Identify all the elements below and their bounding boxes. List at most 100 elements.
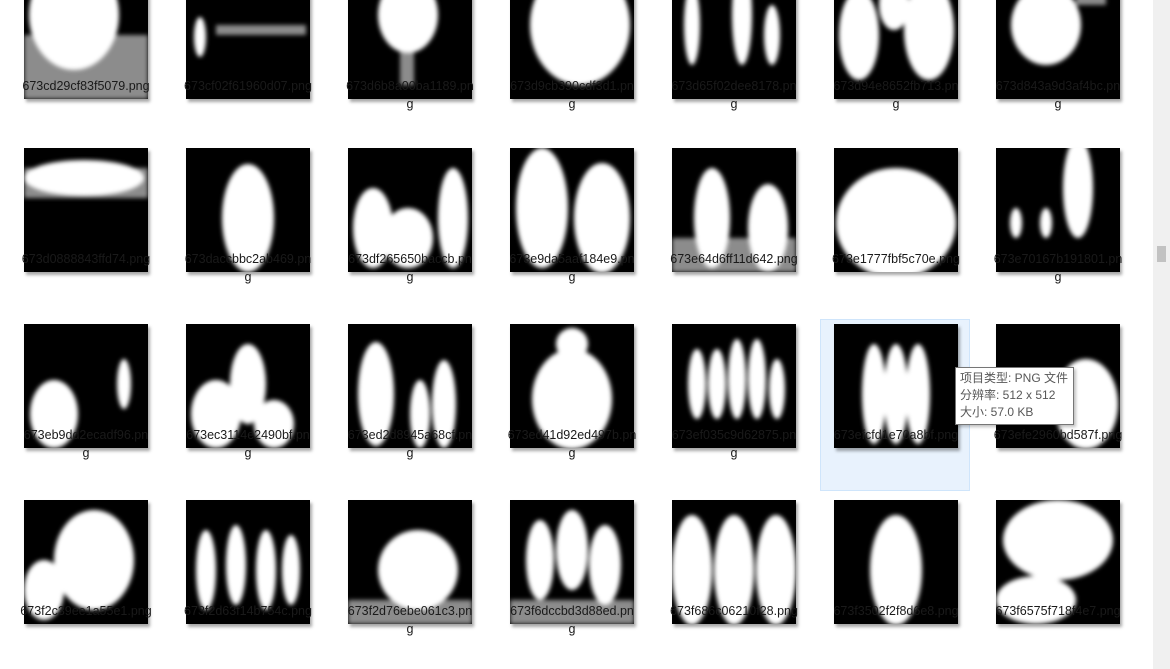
file-item[interactable]: 673f2c39ee1a55e1.png [10,495,160,667]
file-name-line: g [730,446,738,460]
silhouette-shape [764,5,780,65]
file-item[interactable]: 673d843a9d3af4bc.pn g [982,0,1132,142]
file-name-line: 673d0888843ffd74.png [21,252,151,266]
file-name-line: 673cf02f61960d07.png [184,79,312,93]
silhouette-shape [1011,0,1081,65]
file-name-line: 673cd29cf83f5079.png [22,79,150,93]
file-item[interactable]: 673eb9dd2ecadf96.pn g [10,319,160,491]
file-name-label: 673d65f02dee8178.pn g [659,77,809,113]
file-item[interactable]: 673d6b8a00ba1189.pn g [334,0,484,142]
file-name-line: 673ef035c9d62875.pn [671,428,797,442]
file-name-line: g [1054,270,1062,284]
file-item[interactable]: 673ed2d8945a68cf.pn g [334,319,484,491]
file-item[interactable]: 673cd29cf83f5079.png [10,0,160,142]
file-item[interactable]: 673ef035c9d62875.pn g [658,319,808,491]
silhouette-shape [216,25,306,35]
file-name-label: 673f3502f2f8d6e8.png [821,602,971,620]
file-name-line: 673f6575f718f4e7.png [995,604,1121,618]
file-name-line: 673f3502f2f8d6e8.png [833,604,959,618]
file-name-line: 673d6b8a00ba1189.pn [346,79,474,93]
file-name-line: 673efe2960bd587f.png [993,428,1123,442]
file-name-line: g [1054,97,1062,111]
file-name-label: 673ed2d8945a68cf.pn g [335,426,485,462]
file-item[interactable]: 673f6dccbd3d88ed.pn g [496,495,646,667]
file-name-label: 673efe2960bd587f.png [983,426,1133,444]
file-item[interactable]: 673e70167b191801.pn g [982,143,1132,315]
file-name-line: 673e1777fbf5c70e.png [832,252,960,266]
file-item[interactable]: 673f3502f2f8d6e8.png [820,495,970,667]
silhouette-shape [54,510,134,610]
file-name-line: g [406,446,414,460]
file-name-label: 673f686c06210f28.png [659,602,809,620]
file-item[interactable]: 673ed41d92ed497b.pn g [496,319,646,491]
silhouette-shape [769,359,785,419]
file-name-line: 673e70167b191801.pn [993,252,1123,266]
file-name-label: 673cf02f61960d07.png [173,77,323,95]
file-item[interactable]: 673f2d63f14b754c.png [172,495,322,667]
file-name-label: 673e70167b191801.pn g [983,250,1133,286]
file-item[interactable]: 673d65f02dee8178.pn g [658,0,808,142]
file-name-label: 673cd29cf83f5079.png [11,77,161,95]
silhouette-shape [748,339,766,419]
file-item[interactable]: 673e1777fbf5c70e.png [820,143,970,315]
file-name-line: 673d843a9d3af4bc.pn [995,79,1121,93]
file-name-label: 673d9cb390cdf3d1.pn g [497,77,647,113]
file-name-label: 673ec3114e2490bf.pn g [173,426,323,462]
file-name-label: 673f2d63f14b754c.png [173,602,323,620]
file-name-label: 673d843a9d3af4bc.pn g [983,77,1133,113]
silhouette-shape [282,535,300,605]
file-item[interactable]: 673e9da5aaf184e9.pn g [496,143,646,315]
file-name-line: g [406,97,414,111]
file-name-label: 673ed41d92ed497b.pn g [497,426,647,462]
file-info-tooltip: 项目类型: PNG 文件 分辨率: 512 x 512 大小: 57.0 KB [955,367,1074,425]
silhouette-shape [728,339,746,419]
file-name-label: 673eb9dd2ecadf96.pn g [11,426,161,462]
file-name-line: 673df265650baccb.pn [348,252,472,266]
scrollbar-thumb[interactable] [1157,246,1166,262]
file-item[interactable]: 673f6575f718f4e7.png [982,495,1132,667]
file-name-line: 673d9cb390cdf3d1.pn [510,79,634,93]
file-name-line: 673ed41d92ed497b.pn [507,428,637,442]
file-item[interactable]: 673e64d6ff11d642.png [658,143,808,315]
silhouette-shape [556,510,588,590]
silhouette-shape [904,0,954,80]
file-name-label: 673e9da5aaf184e9.pn g [497,250,647,286]
file-name-line: 673eb9dd2ecadf96.pn [23,428,149,442]
file-item[interactable]: 673cf02f61960d07.png [172,0,322,142]
file-name-label: 673f2d76ebe061c3.pn g [335,602,485,638]
silhouette-shape [556,328,588,360]
silhouette-shape [24,160,144,196]
silhouette-shape [526,520,554,600]
file-grid: 673cd29cf83f5079.png 673cf02f61960d07.png… [0,0,1150,669]
file-item[interactable]: 673daccbbc2ab469.pn g [172,143,322,315]
file-name-line: 673e64d6ff11d642.png [670,252,798,266]
silhouette-shape [1040,208,1052,238]
file-name-line: g [892,97,900,111]
file-item[interactable]: 673d0888843ffd74.png [10,143,160,315]
file-name-label: 673e1777fbf5c70e.png [821,250,971,268]
file-name-line: 673e9da5aaf184e9.pn [509,252,635,266]
silhouette-shape [226,525,246,605]
vertical-scrollbar[interactable] [1153,0,1170,669]
file-name-label: 673f6dccbd3d88ed.pn g [497,602,647,638]
file-item[interactable]: 673ec3114e2490bf.pn g [172,319,322,491]
file-name-line: g [244,446,252,460]
file-name-line: 673d94e8652fb713.pn [833,79,959,93]
file-item[interactable]: 673d94e8652fb713.pn g [820,0,970,142]
file-name-line: g [406,622,414,636]
file-item[interactable]: 673efcfd1e70a8bf.png [820,319,970,491]
file-item[interactable]: 673df265650baccb.pn g [334,143,484,315]
file-item[interactable]: 673d9cb390cdf3d1.pn g [496,0,646,142]
silhouette-shape [708,349,726,419]
file-name-line: 673d65f02dee8178.pn [671,79,797,93]
file-item[interactable]: 673f2d76ebe061c3.pn g [334,495,484,667]
file-name-label: 673d94e8652fb713.pn g [821,77,971,113]
file-name-line: g [568,622,576,636]
file-item[interactable]: 673f686c06210f28.png [658,495,808,667]
file-name-line: 673f2d63f14b754c.png [184,604,312,618]
file-name-label: 673daccbbc2ab469.pn g [173,250,323,286]
silhouette-shape [1010,208,1022,238]
file-name-label: 673ef035c9d62875.pn g [659,426,809,462]
silhouette-shape [196,530,216,610]
file-name-line: g [82,446,90,460]
